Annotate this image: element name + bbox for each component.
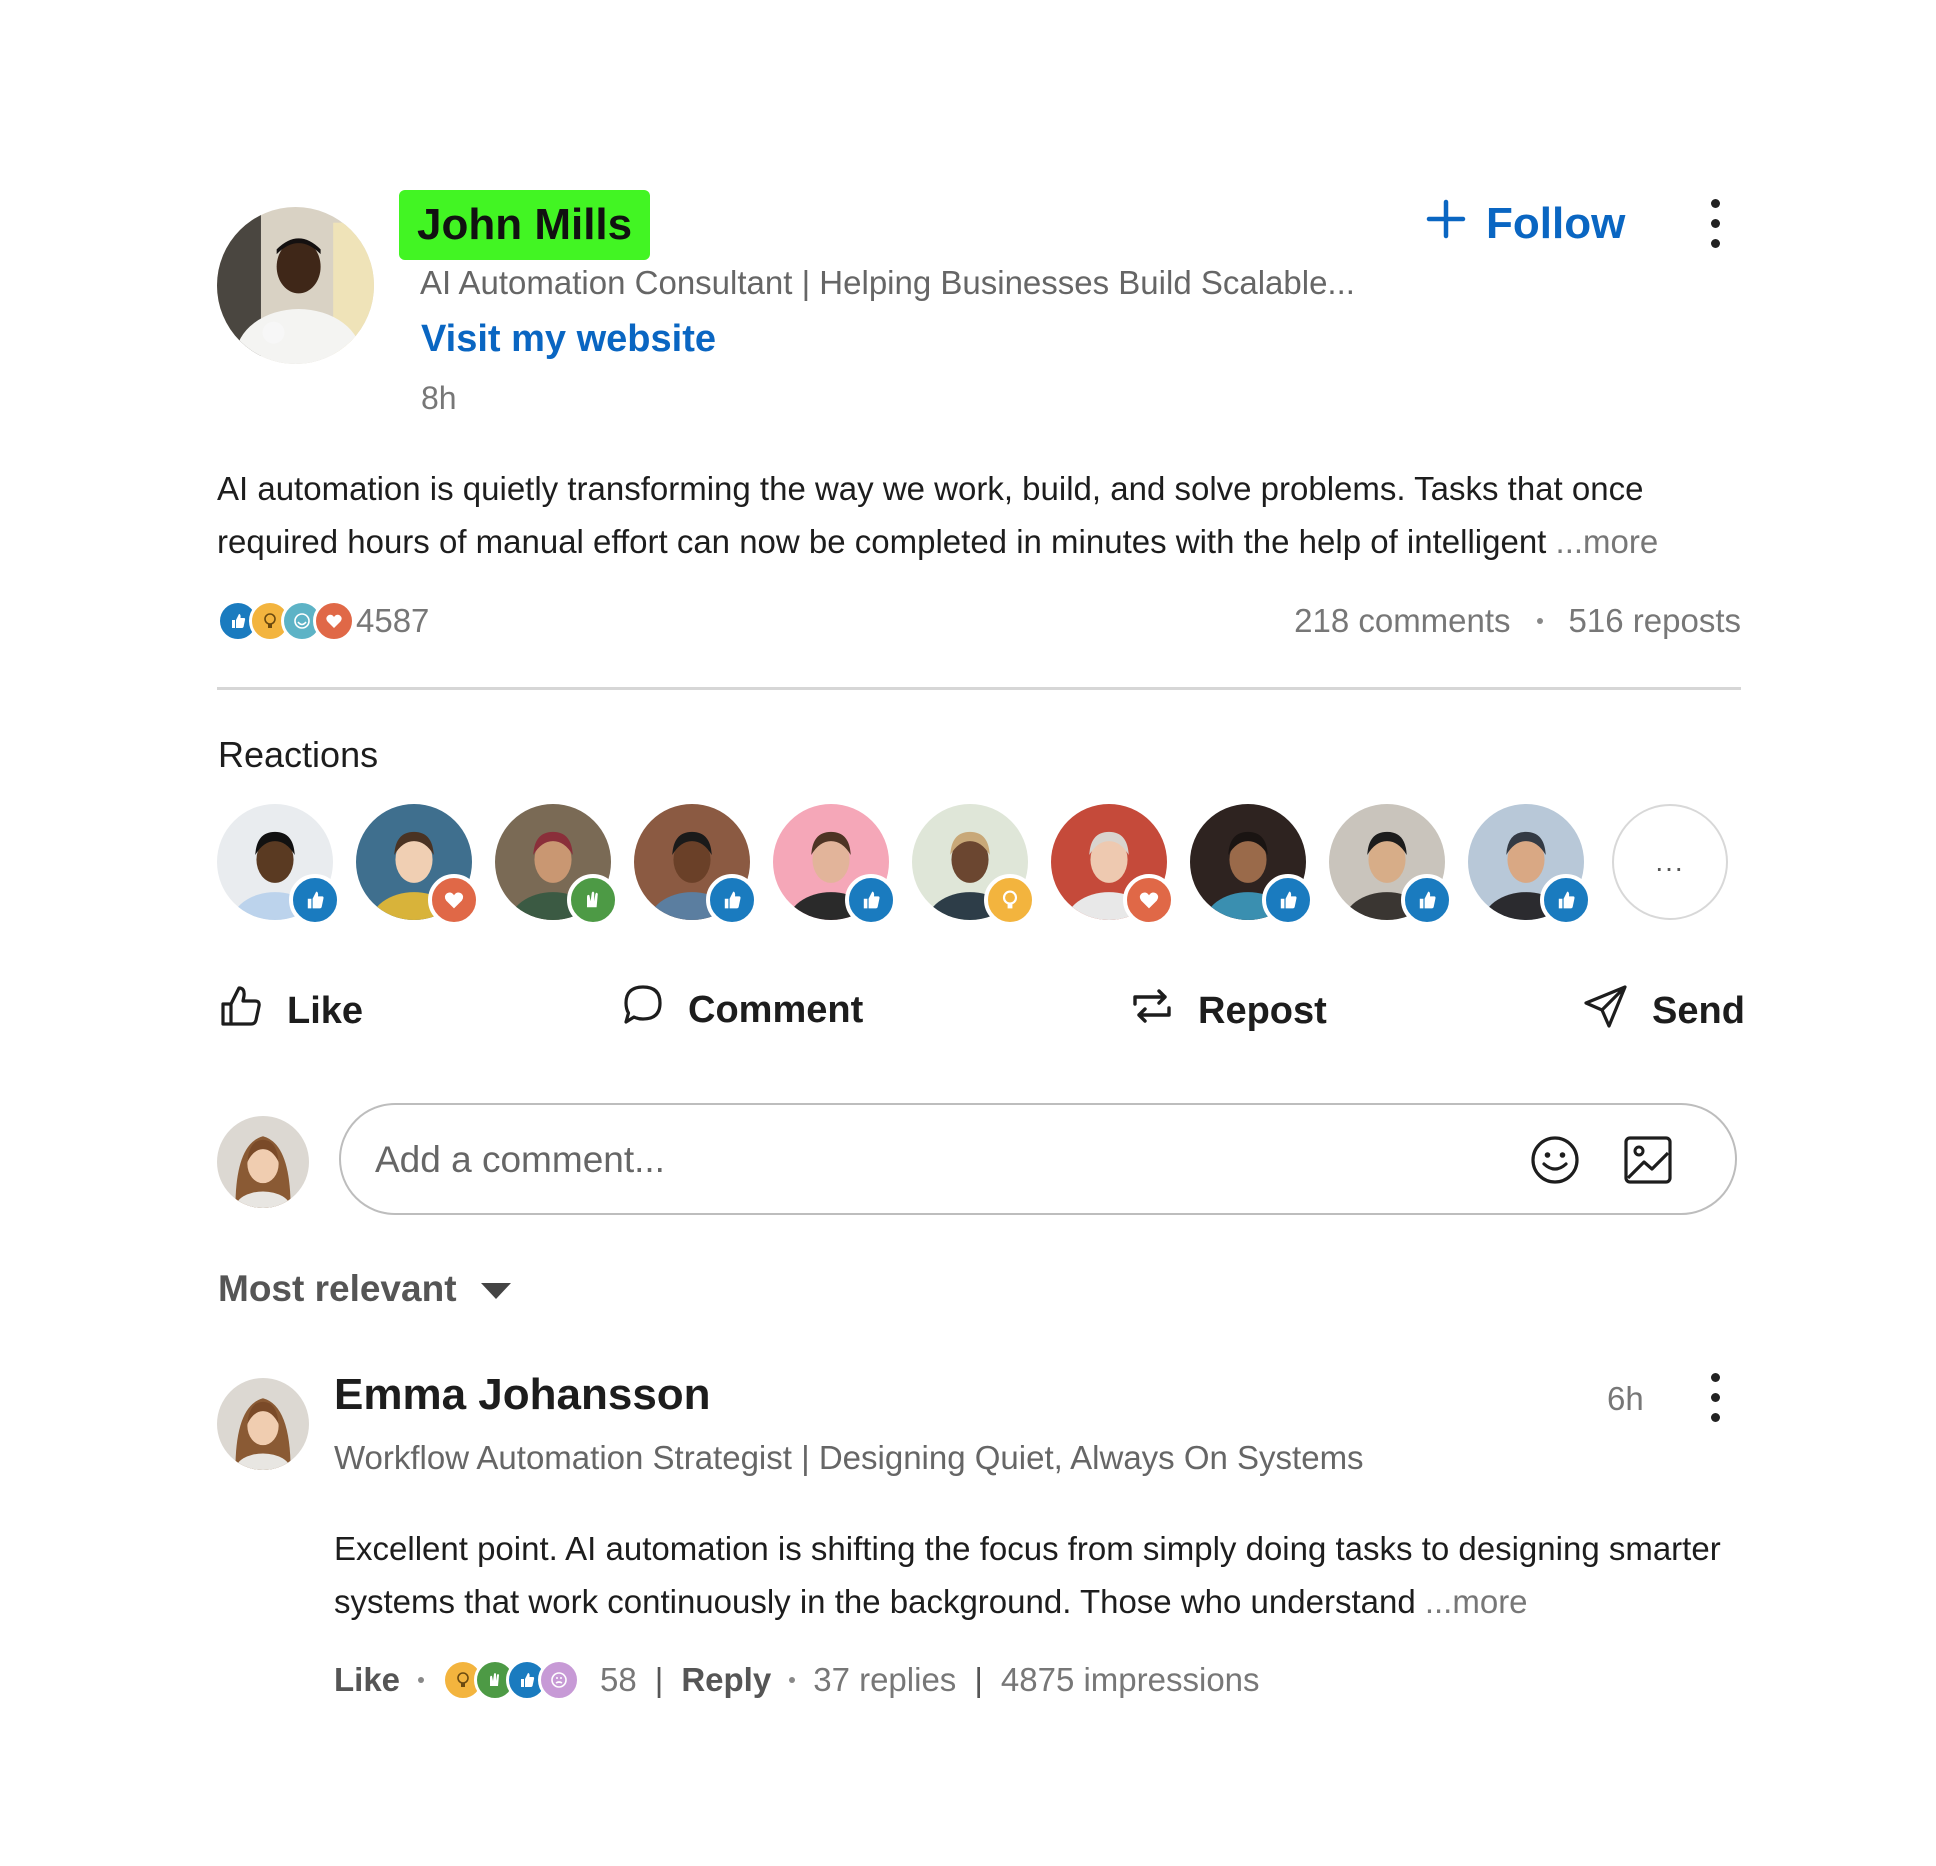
image-icon[interactable] [1622,1134,1674,1191]
reposts-count[interactable]: 516 reposts [1569,602,1741,640]
repost-icon [1128,982,1176,1040]
author-name[interactable]: John Mills [399,190,651,260]
caret-down-icon [479,1268,513,1310]
reactor-avatar[interactable] [356,804,480,926]
insightful-badge-icon [984,874,1036,926]
follow-label: Follow [1486,199,1626,248]
sort-label: Most relevant [218,1268,457,1309]
reactor-avatar[interactable] [495,804,619,926]
author-avatar[interactable] [217,207,374,364]
send-label: Send [1652,989,1745,1032]
reaction-count[interactable]: 4587 [356,602,429,640]
emoji-icon[interactable] [1529,1134,1581,1191]
comment-reaction-count[interactable]: 58 [600,1661,637,1699]
comment-more-icon[interactable] [1700,1367,1730,1427]
commenter-avatar[interactable] [217,1378,309,1470]
like-badge-icon [1540,874,1592,926]
send-button[interactable]: Send [1582,982,1745,1040]
like-badge-icon [1401,874,1453,926]
love-reaction-icon [313,600,355,642]
post-more-link[interactable]: ...more [1556,523,1659,560]
love-badge-icon [1123,874,1175,926]
post-body-text: AI automation is quietly transforming th… [217,470,1644,560]
like-badge-icon [706,874,758,926]
plus-icon [1426,199,1466,250]
commenter-name[interactable]: Emma Johansson [334,1370,711,1420]
comment-footer: Like 58 | Reply 37 replies | 4875 impres… [334,1659,1260,1701]
paper-plane-icon [1582,982,1630,1040]
author-headline: AI Automation Consultant | Helping Busin… [420,264,1355,301]
reactions-title: Reactions [218,734,379,775]
post-stats: 218 comments 516 reposts [1294,602,1741,640]
separator-dot [789,1677,796,1683]
separator-pipe: | [974,1661,983,1698]
comment-input[interactable] [373,1105,1477,1214]
repost-button[interactable]: Repost [1128,982,1327,1040]
post-more-icon[interactable] [1700,193,1730,253]
reactor-avatar[interactable] [1051,804,1175,926]
separator-pipe: | [654,1661,664,1698]
comment-like-button[interactable]: Like [334,1661,400,1699]
reactor-avatar[interactable] [912,804,1036,926]
like-label: Like [287,989,364,1032]
like-badge-icon [289,874,341,926]
reply-button[interactable]: Reply [681,1661,771,1699]
repost-label: Repost [1198,989,1327,1032]
website-link[interactable]: Visit my website [421,318,716,361]
comment-field[interactable] [339,1103,1737,1215]
comment-label: Comment [688,988,864,1031]
current-user-avatar [217,1116,309,1208]
post-text: AI automation is quietly transforming th… [217,462,1747,568]
comments-count[interactable]: 218 comments [1294,602,1510,640]
reactor-avatar[interactable] [1190,804,1314,926]
love-badge-icon [428,874,480,926]
reactor-avatar[interactable] [1329,804,1453,926]
post-reaction-icons[interactable] [217,600,355,642]
sort-dropdown[interactable]: Most relevant [218,1268,513,1310]
reactor-avatar[interactable] [634,804,758,926]
impressions-count: 4875 impressions [1000,1661,1260,1698]
reactor-avatar[interactable] [217,804,341,926]
speech-bubble-icon [620,982,666,1038]
separator-dot [418,1677,425,1683]
comment-button[interactable]: Comment [620,982,863,1038]
more-reactors-button[interactable]: ... [1612,804,1728,920]
commenter-headline: Workflow Automation Strategist | Designi… [334,1439,1364,1476]
comment-text: Excellent point. AI automation is shifti… [334,1522,1734,1628]
divider [217,687,1741,690]
like-badge-icon [1262,874,1314,926]
separator-dot [1536,618,1543,624]
follow-button[interactable]: Follow [1426,196,1625,252]
comment-more-link[interactable]: ...more [1425,1583,1528,1620]
thumbs-up-icon [217,982,265,1040]
like-button[interactable]: Like [217,982,363,1040]
comment-reaction-icons[interactable] [442,1659,581,1701]
reactor-avatar[interactable] [1468,804,1592,926]
reactor-avatar[interactable] [773,804,897,926]
post-timestamp: 8h [421,380,457,416]
comment-timestamp: 6h [1607,1380,1644,1417]
replies-count[interactable]: 37 replies [813,1661,956,1699]
support-reaction-icon [538,1659,581,1701]
celebrate-badge-icon [567,874,619,926]
like-badge-icon [845,874,897,926]
